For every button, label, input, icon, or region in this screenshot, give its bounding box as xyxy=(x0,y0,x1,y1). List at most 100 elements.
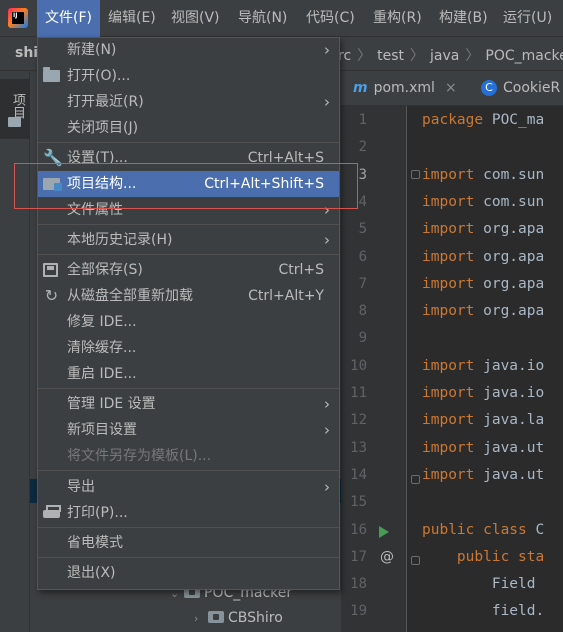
line-number: 17 xyxy=(350,549,367,565)
chevron-right-icon: 〉 xyxy=(465,48,480,64)
menu-separator xyxy=(38,224,339,225)
code-line[interactable]: import com.sun xyxy=(422,189,544,216)
menu-item-shortcut: Ctrl+S xyxy=(278,262,324,278)
file-menu-item[interactable]: 省电模式 xyxy=(38,530,339,556)
file-menu-item[interactable]: 导出 › xyxy=(38,474,339,500)
code-line[interactable]: package POC_ma xyxy=(422,107,544,134)
code-line[interactable]: import org.apa xyxy=(422,244,544,271)
menu-item-label: 省电模式 xyxy=(67,535,123,551)
menu-code[interactable]: 代码(C) xyxy=(298,0,363,37)
line-number: 5 xyxy=(358,221,367,237)
code-text: java.ut xyxy=(474,440,545,456)
file-menu-item[interactable]: 管理 IDE 设置 › xyxy=(38,391,339,417)
file-menu-item[interactable]: 新建(N) › xyxy=(38,37,339,63)
code-line[interactable]: import org.apa xyxy=(422,298,544,325)
menu-separator xyxy=(38,388,339,389)
nav-project-name[interactable]: shi xyxy=(15,45,38,61)
project-tool-tab[interactable]: 项目 xyxy=(0,79,30,139)
line-number: 16 xyxy=(350,522,367,538)
menu-item-label: 管理 IDE 设置 xyxy=(67,396,156,412)
override-icon[interactable]: @ xyxy=(380,549,394,565)
menu-separator xyxy=(38,254,339,255)
breadcrumb-item[interactable]: java xyxy=(430,48,459,64)
project-tool-tab-label: 项目 xyxy=(10,93,25,119)
code-line[interactable]: Field xyxy=(422,571,536,598)
code-keyword: import xyxy=(422,303,475,319)
menu-item-label: 修复 IDE... xyxy=(67,314,137,330)
print-icon xyxy=(43,505,61,518)
menu-view[interactable]: 视图(V) xyxy=(163,0,228,37)
fold-icon[interactable] xyxy=(411,170,420,179)
menu-run[interactable]: 运行(U) xyxy=(495,0,560,37)
code-line[interactable]: import java.io xyxy=(422,353,544,380)
code-text: java.io xyxy=(474,385,545,401)
close-icon[interactable]: × xyxy=(445,80,457,96)
line-number: 2 xyxy=(358,139,367,155)
code-line[interactable]: import java.ut xyxy=(422,462,544,489)
tab-pom-xml[interactable]: m pom.xml × xyxy=(341,71,457,106)
code-keyword: import xyxy=(422,194,475,210)
menu-refactor[interactable]: 重构(R) xyxy=(365,0,430,37)
tab-label: CookieR xyxy=(503,80,561,96)
menu-item-label: 打开最近(R) xyxy=(67,94,144,110)
tree-item-cbshiro[interactable]: › CBShiro xyxy=(194,608,283,628)
menu-item-label: 新建(N) xyxy=(67,42,117,58)
file-menu-item[interactable]: 打开(O)... xyxy=(38,63,339,89)
menu-navigate[interactable]: 导航(N) xyxy=(230,0,295,37)
code-text: org.apa xyxy=(474,221,545,237)
line-number: 1 xyxy=(358,112,367,128)
file-menu-item[interactable]: 打印(P)... xyxy=(38,500,339,526)
code-line[interactable]: field. xyxy=(422,598,544,625)
code-line[interactable]: public class C xyxy=(422,517,544,544)
highlight-box xyxy=(14,163,358,209)
menu-item-label: 重启 IDE... xyxy=(67,366,137,382)
file-menu-item[interactable]: 本地历史记录(H) › xyxy=(38,227,339,253)
code-line[interactable]: import java.ut xyxy=(422,435,544,462)
fold-icon[interactable] xyxy=(411,475,420,484)
code-line[interactable]: import java.io xyxy=(422,380,544,407)
menu-file[interactable]: 文件(F) xyxy=(37,0,100,37)
file-menu-item[interactable]: 新项目设置 › xyxy=(38,417,339,443)
file-menu-item[interactable]: 打开最近(R) › xyxy=(38,89,339,115)
line-number: 6 xyxy=(358,249,367,265)
menu-item-label: 打印(P)... xyxy=(67,505,128,521)
left-tool-strip: 项目 xyxy=(0,71,30,632)
menu-item-label: 本地历史记录(H) xyxy=(67,232,173,248)
file-menu-item[interactable]: 关闭项目(J) xyxy=(38,115,339,141)
file-menu-item[interactable]: 重启 IDE... xyxy=(38,361,339,387)
chevron-right-icon[interactable]: › xyxy=(194,609,208,629)
menu-item-shortcut: Ctrl+Alt+Y xyxy=(248,288,324,304)
code-text: org.apa xyxy=(474,249,545,265)
menu-item-label: 关闭项目(J) xyxy=(67,120,139,136)
file-menu-item: 将文件另存为模板(L)... xyxy=(38,443,339,469)
file-menu-item[interactable]: 修复 IDE... xyxy=(38,309,339,335)
code-keyword: package xyxy=(422,112,484,128)
menu-build[interactable]: 构建(B) xyxy=(431,0,496,37)
file-menu-item[interactable]: 全部保存(S) Ctrl+S xyxy=(38,257,339,283)
code-line[interactable]: import org.apa xyxy=(422,216,544,243)
line-number: 12 xyxy=(350,412,367,428)
intellij-logo-icon[interactable]: IJ xyxy=(8,8,28,28)
line-number: 11 xyxy=(350,385,367,401)
code-text: POC_ma xyxy=(483,112,545,128)
code-text: com.sun xyxy=(474,194,545,210)
breadcrumb-item[interactable]: POC_macker xyxy=(485,48,563,64)
file-menu-item[interactable]: ↻ 从磁盘全部重新加载 Ctrl+Alt+Y xyxy=(38,283,339,309)
file-menu-item[interactable]: 清除缓存... xyxy=(38,335,339,361)
code-keyword: public sta xyxy=(422,549,545,565)
fold-icon[interactable] xyxy=(411,556,420,565)
code-line[interactable]: import org.apa xyxy=(422,271,544,298)
run-icon[interactable] xyxy=(379,526,389,538)
file-menu-item[interactable]: 退出(X) xyxy=(38,560,339,586)
code-text: org.apa xyxy=(474,276,545,292)
tab-cookie[interactable]: C CookieR xyxy=(469,71,560,106)
breadcrumb-item[interactable]: test xyxy=(377,48,404,64)
code-text: java.ut xyxy=(474,467,545,483)
code-line[interactable]: import java.la xyxy=(422,407,544,434)
save-icon xyxy=(43,263,58,277)
menu-edit[interactable]: 编辑(E) xyxy=(100,0,164,37)
code-line[interactable]: import com.sun xyxy=(422,162,544,189)
code-text: org.apa xyxy=(474,303,545,319)
code-keyword: import xyxy=(422,385,475,401)
code-line[interactable]: public sta xyxy=(422,544,544,571)
